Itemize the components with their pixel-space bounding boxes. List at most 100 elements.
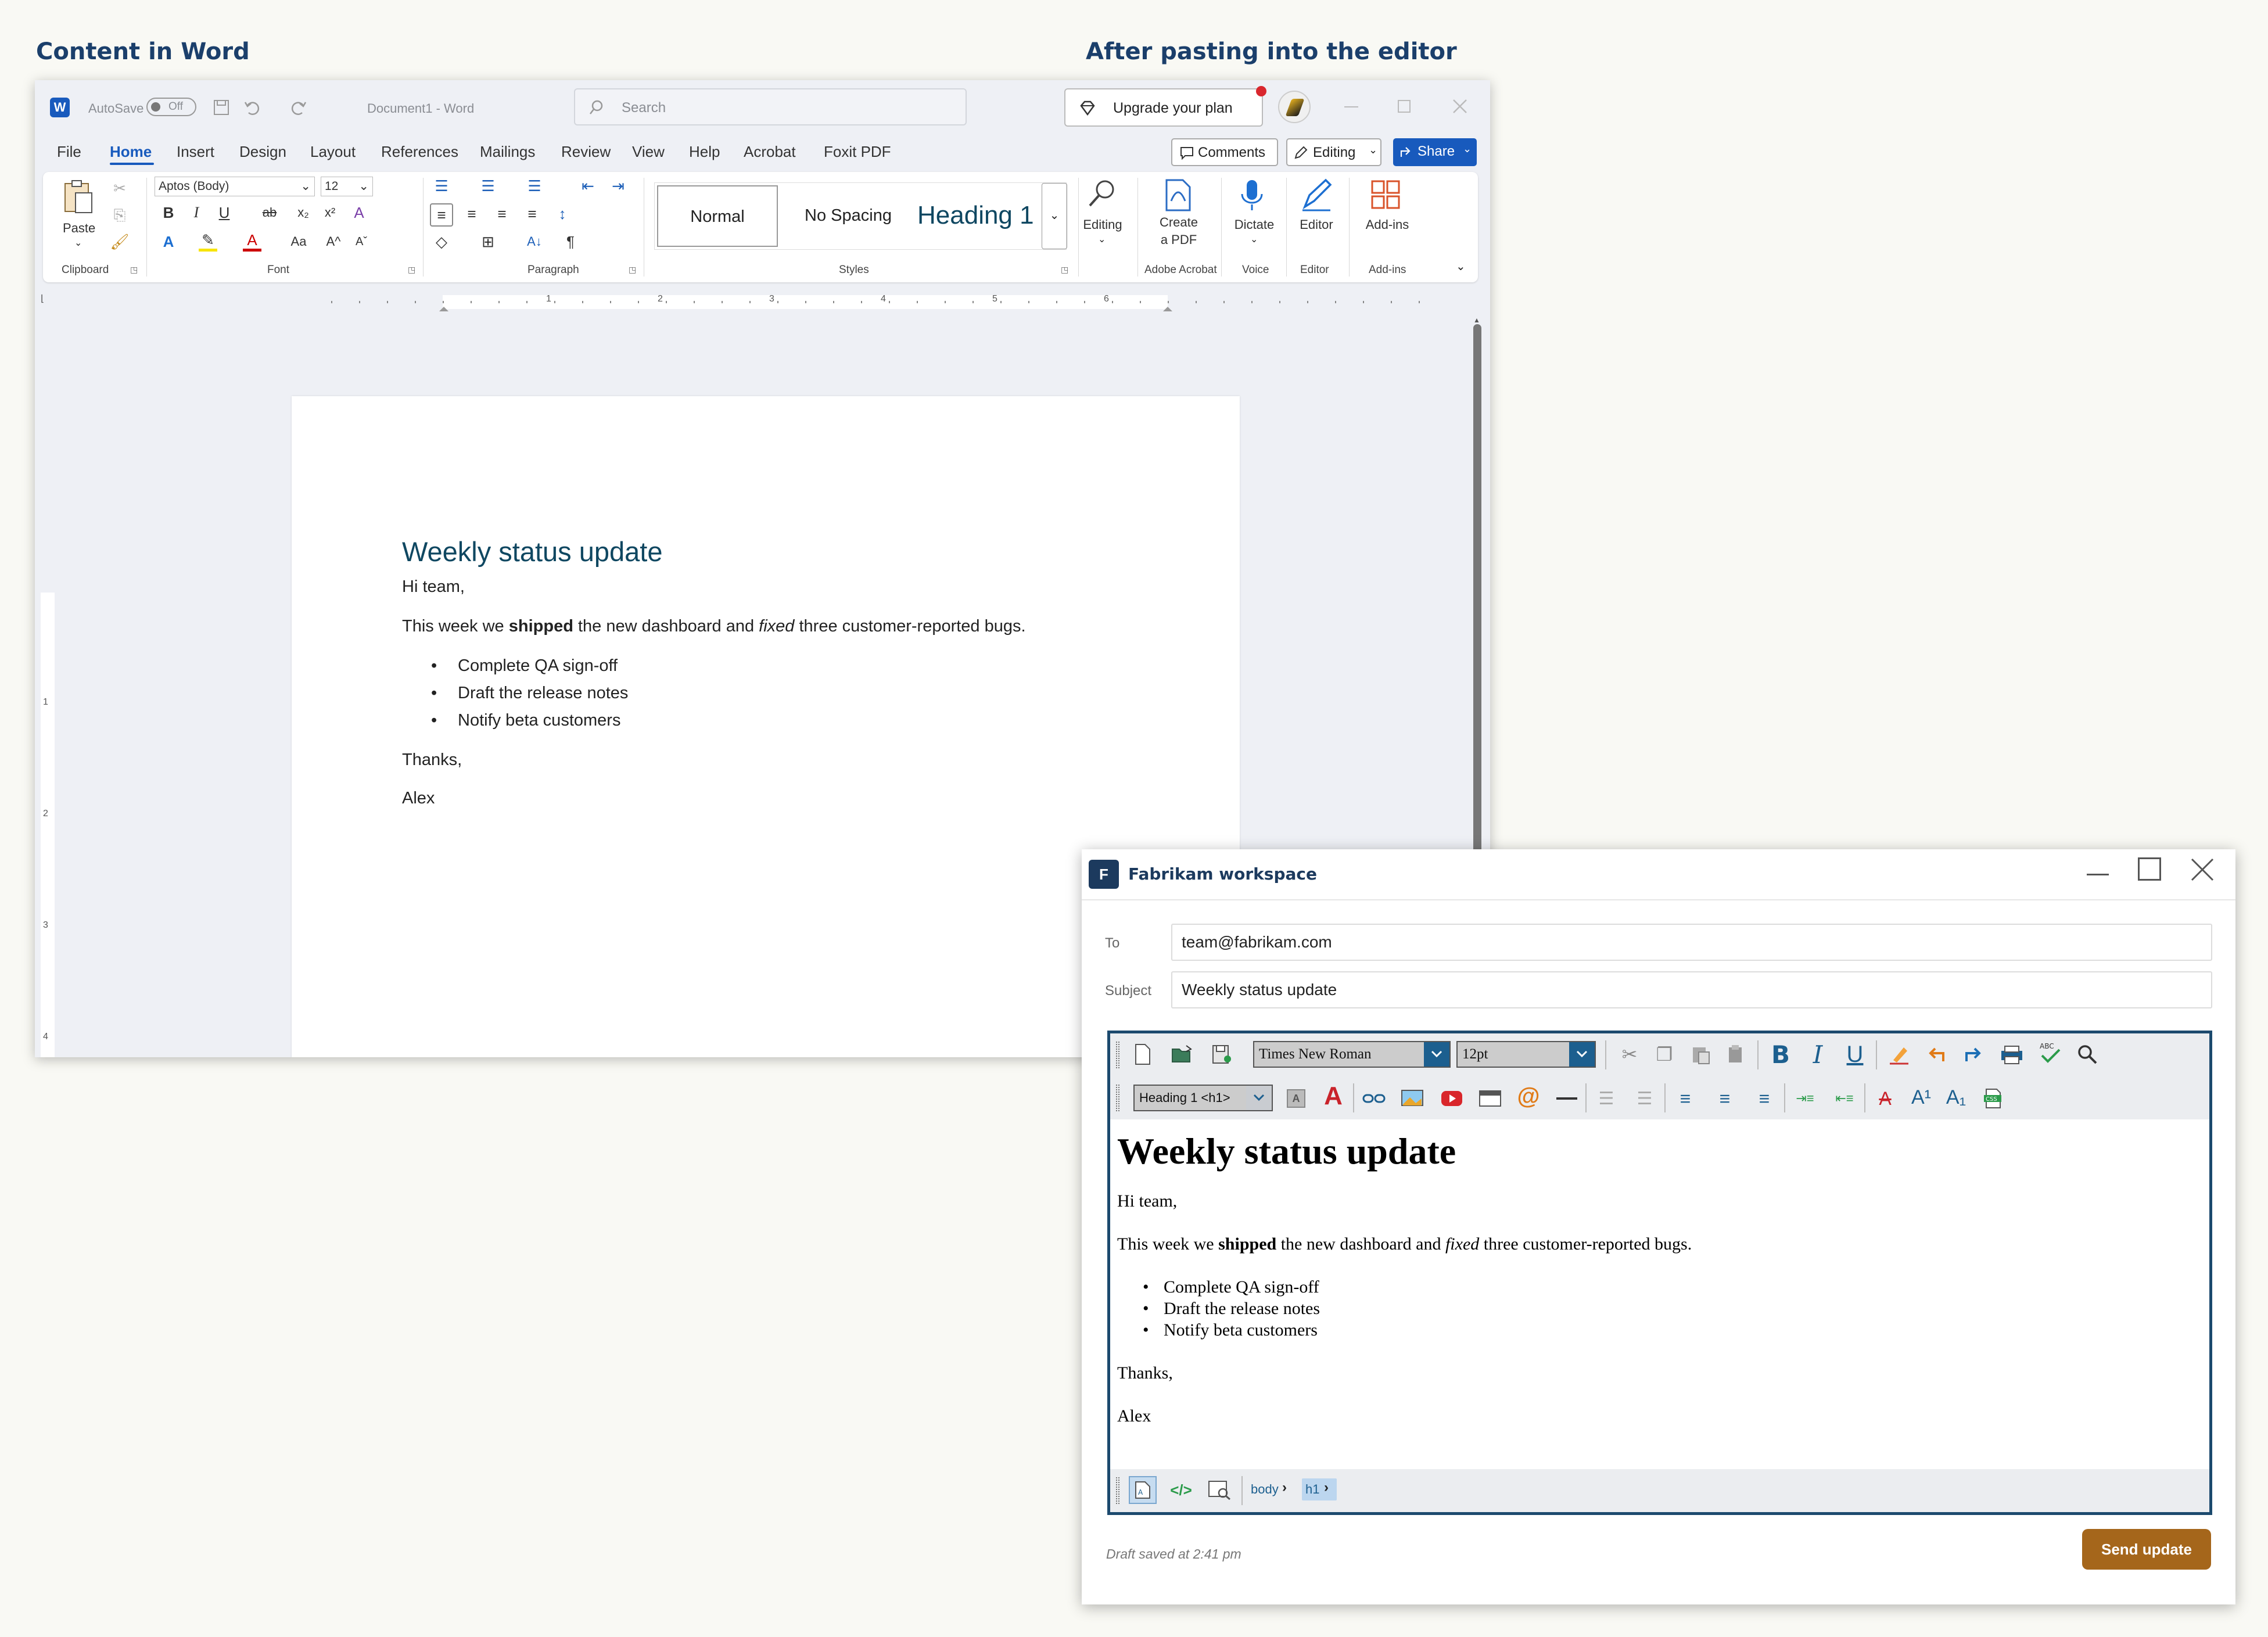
grow-font-icon[interactable]: A^ xyxy=(322,231,345,252)
table-icon[interactable] xyxy=(1476,1085,1504,1112)
format-painter-icon[interactable]: 🖌 xyxy=(108,231,131,252)
microphone-icon[interactable] xyxy=(1237,178,1266,213)
design-view-icon[interactable]: A xyxy=(1129,1476,1157,1504)
dialog-launcher-icon[interactable]: ◳ xyxy=(1061,265,1068,275)
close-icon[interactable] xyxy=(2190,857,2215,882)
to-field[interactable]: team@fabrikam.com xyxy=(1171,924,2212,961)
multilevel-list-icon[interactable]: ☰ xyxy=(523,175,546,196)
tab-selector-icon[interactable]: ⌊ xyxy=(41,293,44,304)
open-folder-icon[interactable] xyxy=(1168,1040,1196,1068)
underline-icon[interactable]: U xyxy=(1841,1040,1869,1068)
tab-acrobat[interactable]: Acrobat xyxy=(744,143,796,161)
maximize-icon[interactable] xyxy=(1398,100,1411,113)
superscript-icon[interactable]: x² xyxy=(318,202,342,223)
toolbar-grip-icon[interactable] xyxy=(1116,1477,1119,1504)
preview-icon[interactable] xyxy=(1205,1476,1233,1504)
indent-marker[interactable] xyxy=(439,302,448,311)
subject-field[interactable]: Weekly status update xyxy=(1171,971,2212,1008)
scroll-up-icon[interactable]: ▲ xyxy=(1473,316,1480,324)
editor-icon[interactable] xyxy=(1299,178,1334,213)
video-icon[interactable] xyxy=(1438,1085,1466,1112)
font-family-select[interactable]: Times New Roman xyxy=(1253,1041,1451,1068)
maximize-icon[interactable] xyxy=(2138,857,2161,881)
line-spacing-icon[interactable]: ↕ xyxy=(551,203,574,224)
editing-label[interactable]: Editing xyxy=(1079,216,1126,234)
clear-formatting-icon[interactable]: A xyxy=(347,202,371,223)
breadcrumb-h1-chip[interactable]: h1 › xyxy=(1302,1478,1337,1500)
tab-references[interactable]: References xyxy=(381,143,458,161)
background-color-icon[interactable]: A xyxy=(1282,1085,1310,1112)
numbering-icon[interactable]: ☰ xyxy=(476,175,500,196)
superscript-icon[interactable]: A¹ xyxy=(1907,1083,1935,1111)
dialog-launcher-icon[interactable]: ◳ xyxy=(629,265,636,275)
undo-icon[interactable] xyxy=(243,98,263,117)
link-icon[interactable] xyxy=(1360,1085,1388,1112)
italic-icon[interactable]: I xyxy=(1804,1040,1832,1069)
font-color-icon[interactable]: A xyxy=(243,231,261,252)
send-button[interactable]: Send update xyxy=(2082,1529,2211,1570)
image-icon[interactable] xyxy=(1398,1085,1426,1112)
share-button[interactable]: Share ⌄ xyxy=(1393,138,1477,166)
css-icon[interactable]: CSS xyxy=(1979,1085,2007,1112)
paste-label[interactable]: Paste xyxy=(63,220,95,237)
tab-insert[interactable]: Insert xyxy=(177,143,214,161)
redo-icon[interactable] xyxy=(288,98,308,117)
clear-format-icon[interactable] xyxy=(1885,1040,1913,1068)
new-document-icon[interactable] xyxy=(1129,1040,1157,1068)
create-pdf-icon[interactable] xyxy=(1161,178,1196,213)
highlight-icon[interactable]: ✎ xyxy=(199,231,217,252)
align-right-icon[interactable]: ≡ xyxy=(490,203,514,224)
minimize-icon[interactable] xyxy=(1344,106,1358,107)
bullets-icon[interactable]: ☰ xyxy=(430,175,453,196)
style-normal[interactable]: Normal xyxy=(657,185,778,247)
breadcrumb-body[interactable]: body xyxy=(1251,1482,1279,1497)
close-icon[interactable] xyxy=(1452,99,1467,114)
style-heading-1[interactable]: Heading 1 xyxy=(910,185,1037,247)
paste-icon[interactable] xyxy=(60,179,95,216)
justify-icon[interactable]: ≡ xyxy=(521,203,544,224)
tab-view[interactable]: View xyxy=(632,143,665,161)
dialog-launcher-icon[interactable]: ◳ xyxy=(408,265,415,275)
vertical-scrollbar[interactable] xyxy=(1473,324,1481,940)
format-select[interactable]: Heading 1 <h1> xyxy=(1133,1085,1273,1111)
subscript-icon[interactable]: x₂ xyxy=(292,202,315,223)
mention-icon[interactable]: @ xyxy=(1515,1082,1542,1110)
align-right-icon[interactable]: ≡ xyxy=(1750,1085,1778,1112)
tab-foxit-pdf[interactable]: Foxit PDF xyxy=(824,143,891,161)
copy-icon[interactable]: ❐ xyxy=(1650,1040,1678,1068)
bulleted-list-icon[interactable]: ☰ xyxy=(1631,1085,1659,1112)
tab-help[interactable]: Help xyxy=(689,143,720,161)
shrink-font-icon[interactable]: Aˇ xyxy=(350,231,373,252)
underline-icon[interactable]: U xyxy=(213,202,236,223)
comments-button[interactable]: Comments xyxy=(1171,138,1278,166)
align-center-icon[interactable]: ≡ xyxy=(1711,1085,1739,1112)
tab-review[interactable]: Review xyxy=(561,143,611,161)
align-left-icon[interactable]: ≡ xyxy=(1671,1085,1699,1112)
spell-check-icon[interactable]: ABC xyxy=(2036,1039,2064,1067)
autosave-toggle[interactable]: Off xyxy=(146,98,196,116)
source-code-icon[interactable]: </> xyxy=(1167,1476,1195,1504)
italic-icon[interactable]: I xyxy=(185,202,208,223)
font-size-select[interactable]: 12 ⌄ xyxy=(321,177,373,196)
save-icon[interactable] xyxy=(1208,1040,1236,1068)
toolbar-grip-icon[interactable] xyxy=(1116,1042,1119,1068)
text-effects-icon[interactable]: A xyxy=(157,231,180,252)
subscript-icon[interactable]: A₁ xyxy=(1942,1083,1970,1111)
strikethrough-icon[interactable]: ab xyxy=(258,202,281,223)
dialog-launcher-icon[interactable]: ◳ xyxy=(130,265,138,275)
print-icon[interactable] xyxy=(1998,1040,2026,1068)
indent-icon[interactable]: ⇥≡ xyxy=(1791,1085,1819,1112)
decrease-indent-icon[interactable]: ⇤ xyxy=(576,175,600,196)
tab-file[interactable]: File xyxy=(57,143,81,161)
tab-mailings[interactable]: Mailings xyxy=(480,143,535,161)
font-size-select[interactable]: 12pt xyxy=(1456,1041,1596,1068)
minimize-icon[interactable] xyxy=(2087,874,2109,875)
addins-icon[interactable] xyxy=(1370,179,1402,211)
bold-icon[interactable]: B xyxy=(1767,1040,1795,1069)
undo-icon[interactable] xyxy=(1922,1040,1950,1068)
cut-icon[interactable]: ✂ xyxy=(1616,1040,1643,1068)
styles-more-icon[interactable]: ⌄ xyxy=(1042,183,1067,249)
change-case-icon[interactable]: Aa xyxy=(287,231,310,252)
numbered-list-icon[interactable]: ☰ xyxy=(1592,1085,1620,1112)
editor-label[interactable]: Editor xyxy=(1292,216,1341,234)
